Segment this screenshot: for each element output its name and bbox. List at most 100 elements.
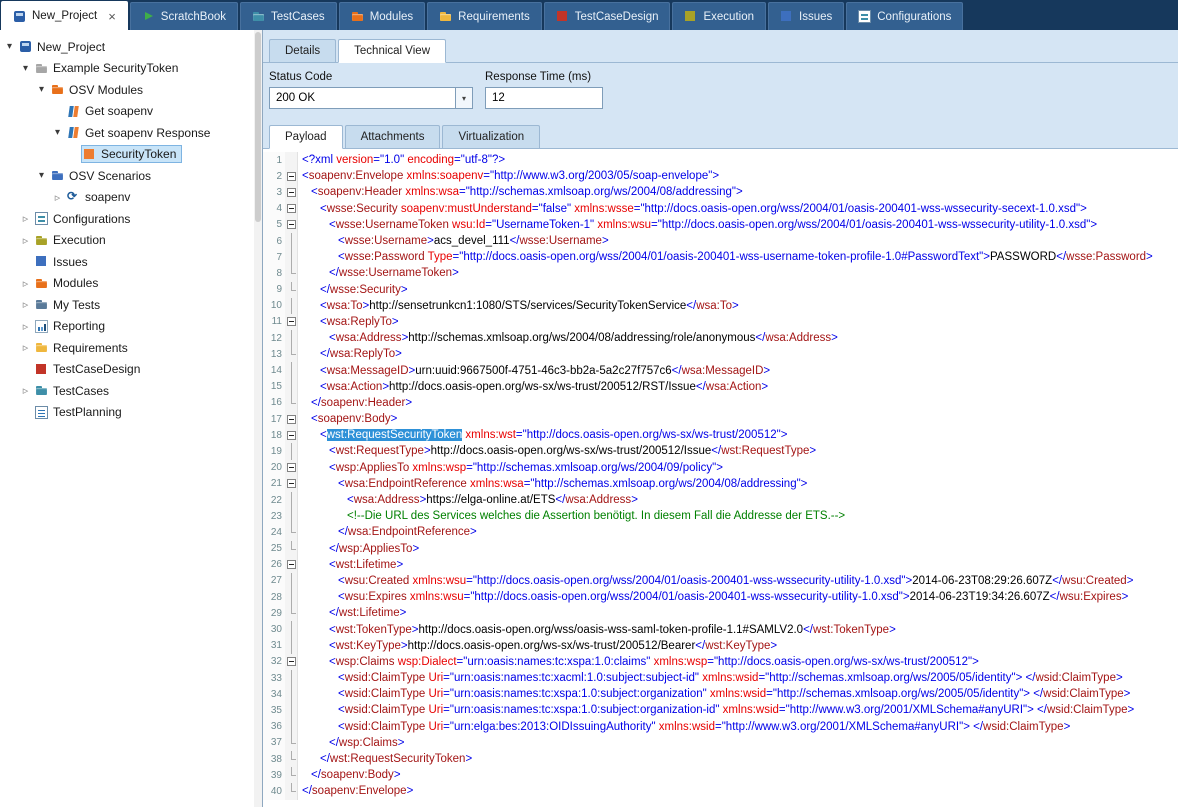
tree-item-testcases[interactable]: ▹TestCases — [0, 380, 262, 402]
code-line-37[interactable]: 37</wsp:Claims> — [263, 735, 1178, 751]
code-line-12[interactable]: 12<wsa:Address>http://schemas.xmlsoap.or… — [263, 330, 1178, 346]
tree-item-get-soapenv[interactable]: Get soapenv — [0, 101, 262, 123]
code-line-15[interactable]: 15<wsa:Action>http://docs.oasis-open.org… — [263, 379, 1178, 395]
top-tab-issues[interactable]: Issues — [768, 2, 844, 30]
expand-arrow-icon[interactable]: ▹ — [18, 212, 33, 225]
expand-arrow-icon[interactable]: ▹ — [50, 191, 65, 204]
fold-toggle-icon[interactable] — [285, 217, 298, 233]
code-line-39[interactable]: 39</soapenv:Body> — [263, 767, 1178, 783]
view-tab-technical-view[interactable]: Technical View — [338, 39, 446, 63]
payload-tab-virtualization[interactable]: Virtualization — [442, 125, 540, 148]
tree-item-my-tests[interactable]: ▹My Tests — [0, 294, 262, 316]
code-line-29[interactable]: 29</wst:Lifetime> — [263, 605, 1178, 621]
tree-item-securitytoken[interactable]: SecurityToken — [0, 144, 262, 166]
code-line-33[interactable]: 33<wsid:ClaimType Uri="urn:oasis:names:t… — [263, 670, 1178, 686]
fold-toggle-icon[interactable] — [285, 460, 298, 476]
chevron-down-icon[interactable]: ▾ — [455, 88, 472, 108]
code-line-6[interactable]: 6<wsse:Username>acs_devel_111</wsse:User… — [263, 233, 1178, 249]
code-line-21[interactable]: 21<wsa:EndpointReference xmlns:wsa="http… — [263, 476, 1178, 492]
code-line-5[interactable]: 5<wsse:UsernameToken wsu:Id="UsernameTok… — [263, 217, 1178, 233]
code-line-24[interactable]: 24</wsa:EndpointReference> — [263, 524, 1178, 540]
fold-toggle-icon[interactable] — [285, 476, 298, 492]
code-line-18[interactable]: 18<wst:RequestSecurityToken xmlns:wst="h… — [263, 427, 1178, 443]
code-line-3[interactable]: 3<soapenv:Header xmlns:wsa="http://schem… — [263, 184, 1178, 200]
code-line-7[interactable]: 7<wsse:Password Type="http://docs.oasis-… — [263, 249, 1178, 265]
top-tab-testcasedesign[interactable]: TestCaseDesign — [544, 2, 671, 30]
top-tab-configurations[interactable]: Configurations — [846, 2, 963, 30]
tree-item-get-soapenv-response[interactable]: ▾Get soapenv Response — [0, 122, 262, 144]
top-tab-modules[interactable]: Modules — [339, 2, 425, 30]
code-line-40[interactable]: 40</soapenv:Envelope> — [263, 783, 1178, 799]
code-line-26[interactable]: 26<wst:Lifetime> — [263, 557, 1178, 573]
tree-item-modules[interactable]: ▹Modules — [0, 273, 262, 295]
tree-item-soapenv[interactable]: ▹soapenv — [0, 187, 262, 209]
tree-item-requirements[interactable]: ▹Requirements — [0, 337, 262, 359]
tree-item-osv-modules[interactable]: ▾OSV Modules — [0, 79, 262, 101]
code-line-36[interactable]: 36<wsid:ClaimType Uri="urn:elga:bes:2013… — [263, 719, 1178, 735]
expand-arrow-icon[interactable]: ▹ — [18, 234, 33, 247]
code-line-32[interactable]: 32<wsp:Claims wsp:Dialect="urn:oasis:nam… — [263, 654, 1178, 670]
tree-item-testcasedesign[interactable]: TestCaseDesign — [0, 359, 262, 381]
payload-tab-attachments[interactable]: Attachments — [345, 125, 441, 148]
code-line-38[interactable]: 38</wst:RequestSecurityToken> — [263, 751, 1178, 767]
code-line-1[interactable]: 1<?xml version="1.0" encoding="utf-8"?> — [263, 152, 1178, 168]
code-editor[interactable]: 1<?xml version="1.0" encoding="utf-8"?>2… — [263, 149, 1178, 807]
code-line-17[interactable]: 17<soapenv:Body> — [263, 411, 1178, 427]
top-tab-execution[interactable]: Execution — [672, 2, 766, 30]
response-time-field[interactable]: 12 — [485, 87, 603, 109]
tree-item-configurations[interactable]: ▹Configurations — [0, 208, 262, 230]
code-line-35[interactable]: 35<wsid:ClaimType Uri="urn:oasis:names:t… — [263, 702, 1178, 718]
tree-item-issues[interactable]: Issues — [0, 251, 262, 273]
code-line-14[interactable]: 14<wsa:MessageID>urn:uuid:9667500f-4751-… — [263, 362, 1178, 378]
code-line-28[interactable]: 28<wsu:Expires xmlns:wsu="http://docs.oa… — [263, 589, 1178, 605]
tree-item-new_project[interactable]: ▾New_Project — [0, 36, 262, 58]
collapse-arrow-icon[interactable]: ▾ — [2, 41, 17, 52]
code-line-8[interactable]: 8</wsse:UsernameToken> — [263, 265, 1178, 281]
fold-toggle-icon[interactable] — [285, 184, 298, 200]
tree-item-execution[interactable]: ▹Execution — [0, 230, 262, 252]
scrollbar-thumb[interactable] — [255, 32, 261, 222]
top-tab-requirements[interactable]: Requirements — [427, 2, 542, 30]
status-code-dropdown[interactable]: 200 OK ▾ — [269, 87, 473, 109]
top-tab-testcases[interactable]: TestCases — [240, 2, 337, 30]
collapse-arrow-icon[interactable]: ▾ — [50, 127, 65, 138]
tree-item-reporting[interactable]: ▹Reporting — [0, 316, 262, 338]
fold-toggle-icon[interactable] — [285, 168, 298, 184]
selected-token[interactable]: wst:RequestSecurityToken — [327, 429, 463, 441]
fold-toggle-icon[interactable] — [285, 411, 298, 427]
sidebar-scrollbar[interactable] — [254, 30, 262, 807]
expand-arrow-icon[interactable]: ▹ — [18, 384, 33, 397]
expand-arrow-icon[interactable]: ▹ — [18, 298, 33, 311]
code-line-30[interactable]: 30<wst:TokenType>http://docs.oasis-open.… — [263, 621, 1178, 637]
code-line-9[interactable]: 9</wsse:Security> — [263, 282, 1178, 298]
code-line-19[interactable]: 19<wst:RequestType>http://docs.oasis-ope… — [263, 443, 1178, 459]
fold-toggle-icon[interactable] — [285, 201, 298, 217]
code-line-4[interactable]: 4<wsse:Security soapenv:mustUnderstand="… — [263, 201, 1178, 217]
code-line-25[interactable]: 25</wsp:AppliesTo> — [263, 541, 1178, 557]
view-tab-details[interactable]: Details — [269, 39, 336, 62]
fold-toggle-icon[interactable] — [285, 314, 298, 330]
top-tab-scratchbook[interactable]: ScratchBook — [130, 2, 238, 30]
tree-item-osv-scenarios[interactable]: ▾OSV Scenarios — [0, 165, 262, 187]
code-line-20[interactable]: 20<wsp:AppliesTo xmlns:wsp="http://schem… — [263, 460, 1178, 476]
payload-tab-payload[interactable]: Payload — [269, 125, 343, 149]
fold-toggle-icon[interactable] — [285, 427, 298, 443]
collapse-arrow-icon[interactable]: ▾ — [34, 84, 49, 95]
collapse-arrow-icon[interactable]: ▾ — [18, 63, 33, 74]
tree-item-example-securitytoken[interactable]: ▾Example SecurityToken — [0, 58, 262, 80]
code-line-10[interactable]: 10<wsa:To>http://sensetrunkcn1:1080/STS/… — [263, 298, 1178, 314]
code-line-27[interactable]: 27<wsu:Created xmlns:wsu="http://docs.oa… — [263, 573, 1178, 589]
code-line-2[interactable]: 2<soapenv:Envelope xmlns:soapenv="http:/… — [263, 168, 1178, 184]
tree-item-testplanning[interactable]: TestPlanning — [0, 402, 262, 424]
code-line-16[interactable]: 16</soapenv:Header> — [263, 395, 1178, 411]
expand-arrow-icon[interactable]: ▹ — [18, 341, 33, 354]
expand-arrow-icon[interactable]: ▹ — [18, 277, 33, 290]
expand-arrow-icon[interactable]: ▹ — [18, 320, 33, 333]
code-line-23[interactable]: 23<!--Die URL des Services welches die A… — [263, 508, 1178, 524]
code-line-34[interactable]: 34<wsid:ClaimType Uri="urn:oasis:names:t… — [263, 686, 1178, 702]
code-line-31[interactable]: 31<wst:KeyType>http://docs.oasis-open.or… — [263, 638, 1178, 654]
top-tab-new_project[interactable]: New_Project× — [1, 1, 128, 30]
fold-toggle-icon[interactable] — [285, 654, 298, 670]
code-line-22[interactable]: 22<wsa:Address>https://elga-online.at/ET… — [263, 492, 1178, 508]
tab-close-icon[interactable]: × — [108, 10, 116, 23]
